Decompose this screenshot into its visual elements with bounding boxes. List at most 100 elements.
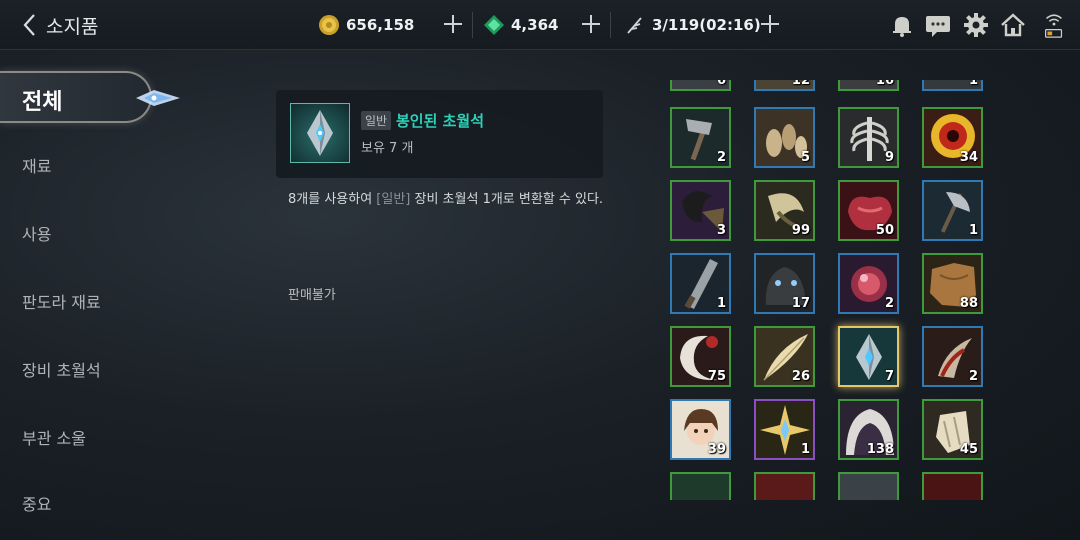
- notification-button[interactable]: [888, 11, 916, 39]
- item-count: 3: [716, 223, 726, 238]
- wifi-battery-icon: [1044, 14, 1063, 38]
- bell-icon: [893, 17, 911, 37]
- inventory-slot[interactable]: [838, 472, 899, 500]
- inventory-slot[interactable]: 45: [922, 399, 983, 460]
- grade-badge: 일반: [361, 111, 392, 130]
- inventory-slot[interactable]: 75: [670, 326, 731, 387]
- item-count: 1: [968, 223, 978, 238]
- inventory-slot[interactable]: 1: [922, 80, 983, 91]
- gold-currency: 656,158: [318, 11, 414, 39]
- home-icon: [1001, 13, 1025, 37]
- gold-amount: 656,158: [346, 16, 415, 34]
- inventory-slot[interactable]: 2: [670, 107, 731, 168]
- category-soul-tab[interactable]: 부관 소울: [22, 425, 86, 449]
- item-count: 1: [716, 296, 726, 311]
- inventory-slot[interactable]: 39: [670, 399, 731, 460]
- inventory-slot-selected[interactable]: 7: [838, 326, 899, 387]
- back-button[interactable]: [16, 10, 46, 40]
- category-transcend-tab[interactable]: 장비 초월석: [22, 357, 101, 381]
- inventory-slot[interactable]: [754, 472, 815, 500]
- plus-icon: [761, 15, 779, 33]
- desc-grade-tag: [일반]: [376, 192, 411, 207]
- item-count: 2: [968, 369, 978, 384]
- inventory-slot[interactable]: 34: [922, 107, 983, 168]
- item-count: 99: [791, 223, 810, 238]
- item-count: 17: [791, 296, 810, 311]
- item-count: 5: [800, 150, 810, 165]
- inventory-slot[interactable]: 26: [754, 326, 815, 387]
- item-count: 138: [866, 442, 894, 457]
- item-count: 26: [791, 369, 810, 384]
- inventory-slot[interactable]: 1: [922, 180, 983, 241]
- feather-quill-icon: [627, 17, 642, 34]
- item-description: 8개를 사용하여 [일반] 장비 초월석 1개로 변환할 수 있다.: [288, 188, 606, 211]
- gem-amount: 4,364: [511, 16, 559, 34]
- inventory-slot[interactable]: 2: [922, 326, 983, 387]
- chat-icon: [926, 16, 950, 37]
- inventory-slot[interactable]: [922, 472, 983, 500]
- inventory-slot[interactable]: 17: [754, 253, 815, 314]
- add-gold-button[interactable]: [441, 12, 465, 36]
- inventory-slot[interactable]: 6: [670, 80, 731, 91]
- item-icon: [840, 474, 897, 500]
- inventory-slot[interactable]: 1: [670, 253, 731, 314]
- item-count: 7: [884, 369, 894, 384]
- inventory-slot[interactable]: 1: [754, 399, 815, 460]
- inventory-grid[interactable]: 6 12 16 1 2 5 9 34 3 99 50 1 1 17 2 88 7…: [660, 80, 1000, 500]
- inventory-slot[interactable]: 9: [838, 107, 899, 168]
- inventory-slot[interactable]: 5: [754, 107, 815, 168]
- owned-count: 보유 7 개: [361, 141, 414, 156]
- item-count: 2: [716, 150, 726, 165]
- divider: [610, 12, 611, 38]
- inventory-slot[interactable]: 12: [754, 80, 815, 91]
- item-icon: [924, 474, 981, 500]
- sell-status: 판매불가: [288, 288, 336, 303]
- item-icon: [756, 474, 813, 500]
- stamina-amount: 3/119(02:16): [652, 16, 761, 34]
- item-count: 16: [875, 80, 894, 88]
- item-count: 75: [707, 369, 726, 384]
- add-gem-button[interactable]: [579, 12, 603, 36]
- item-count: 50: [875, 223, 894, 238]
- gold-coin-icon: [319, 15, 339, 35]
- inventory-slot[interactable]: [670, 472, 731, 500]
- desc-text-2: 장비 초월석 1개로 변환할 수 있다.: [410, 192, 604, 207]
- active-tab-gem-icon: [136, 90, 180, 106]
- category-all-tab[interactable]: 전체: [0, 71, 152, 123]
- item-count: 34: [959, 150, 978, 165]
- inventory-slot[interactable]: 88: [922, 253, 983, 314]
- category-sidebar: 전체 재료 사용 판도라 재료 장비 초월석 부관 소울 중요: [0, 52, 200, 540]
- chevron-left-icon: [23, 14, 35, 36]
- sealed-stone-icon: [307, 110, 333, 156]
- category-consumables-tab[interactable]: 사용: [22, 221, 51, 245]
- chat-button[interactable]: [924, 11, 952, 39]
- inventory-slot[interactable]: 99: [754, 180, 815, 241]
- settings-button[interactable]: [962, 11, 990, 39]
- inventory-slot[interactable]: 16: [838, 80, 899, 91]
- inventory-slot[interactable]: 50: [838, 180, 899, 241]
- category-materials-tab[interactable]: 재료: [22, 153, 51, 177]
- divider: [472, 12, 473, 38]
- add-stamina-button[interactable]: [758, 12, 782, 36]
- inventory-slot[interactable]: 3: [670, 180, 731, 241]
- top-bar: 소지품 656,158 4,364 3/119(02:16): [0, 0, 1080, 50]
- category-pandora-tab[interactable]: 판도라 재료: [22, 289, 101, 313]
- inventory-slot[interactable]: 2: [838, 253, 899, 314]
- item-count: 39: [707, 442, 726, 457]
- item-count: 2: [884, 296, 894, 311]
- stamina-currency: 3/119(02:16): [624, 11, 761, 39]
- item-detail-icon: [290, 103, 350, 163]
- page-title: 소지품: [46, 16, 99, 38]
- item-count: 1: [800, 442, 810, 457]
- gear-icon: [964, 13, 988, 37]
- inventory-slot[interactable]: 138: [838, 399, 899, 460]
- category-important-tab[interactable]: 중요: [22, 491, 51, 515]
- green-gem-icon: [484, 15, 504, 35]
- item-count: 88: [959, 296, 978, 311]
- item-count: 1: [968, 80, 978, 88]
- gem-currency: 4,364: [483, 11, 558, 39]
- home-button[interactable]: [999, 11, 1027, 39]
- item-count: 45: [959, 442, 978, 457]
- item-icon: [672, 474, 729, 500]
- item-name: 봉인된 초월석: [396, 112, 485, 130]
